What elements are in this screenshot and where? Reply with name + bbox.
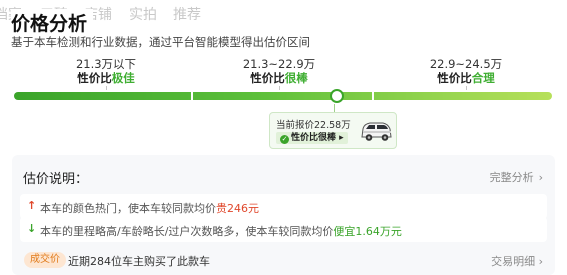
value-badge-text: 性价比很棒: [291, 133, 337, 143]
estimate-item-desc: 本车的里程略高/车龄略长/过户次数略多，使本车较同款均价: [40, 225, 334, 238]
check-icon: ✓: [280, 135, 289, 144]
tab-photos[interactable]: 实拍: [129, 4, 157, 24]
price-range-reasonable: 22.9~24.5万 性价比合理: [386, 57, 546, 90]
scale-divider: [372, 92, 374, 100]
current-quote-label: 当前报价22.58万: [276, 120, 351, 131]
estimate-item-text: 本车的颜色热门，使本车较同款均价贵246元: [40, 200, 259, 216]
current-price-marker: [330, 89, 344, 103]
range-price: 21.3万以下: [75, 57, 137, 71]
page-title: 价格分析: [11, 9, 94, 36]
deal-price-badge: 成交价: [24, 252, 66, 268]
level-prefix: 性价比: [250, 71, 285, 85]
badge-arrow-icon: ▸: [339, 133, 344, 143]
value-badge: ✓ 性价比很棒 ▸: [276, 132, 348, 144]
price-range-excellent: 21.3万以下 性价比极佳: [26, 57, 186, 90]
level-prefix: 性价比: [437, 71, 472, 85]
level-emphasis: 极佳: [111, 71, 135, 85]
estimate-item-highlight: 贵246元: [216, 202, 259, 215]
arrow-down-icon: ↓: [27, 222, 37, 235]
price-scale-bar: [14, 89, 552, 103]
level-prefix: 性价比: [77, 71, 112, 85]
transaction-details-label: 交易明细: [491, 255, 536, 268]
transaction-summary: 近期284位车主购买了此款车: [68, 255, 210, 268]
range-level: 性价比极佳: [26, 71, 186, 85]
estimate-item-text: 本车的里程略高/车龄略长/过户次数略多，使本车较同款均价便宜1.64万元: [40, 223, 402, 239]
transaction-row[interactable]: 成交价 近期284位车主购买了此款车 交易明细 ›: [12, 248, 555, 269]
level-emphasis: 很棒: [284, 71, 308, 85]
level-emphasis: 合理: [471, 71, 495, 85]
range-tick: [465, 86, 467, 90]
current-quote-card[interactable]: 当前报价22.58万 ✓ 性价比很棒 ▸: [269, 112, 397, 149]
estimate-item: ↓ 本车的里程略高/车龄略长/过户次数略多，使本车较同款均价便宜1.64万元: [20, 217, 547, 242]
transaction-details-link[interactable]: 交易明细 ›: [491, 253, 543, 269]
estimate-item-highlight: 便宜1.64万元: [333, 225, 402, 238]
full-analysis-link[interactable]: 完整分析 ›: [490, 169, 543, 185]
arrow-up-icon: ↑: [27, 199, 37, 212]
chevron-right-icon: ›: [538, 255, 543, 268]
range-tick: [105, 86, 107, 90]
estimate-title: 估价说明：: [23, 172, 89, 187]
range-price: 21.3~22.9万: [242, 57, 316, 71]
range-level: 性价比很棒: [199, 71, 359, 85]
estimate-item-desc: 本车的颜色热门，使本车较同款均价: [40, 202, 216, 215]
car-icon: [361, 122, 392, 141]
estimate-item: ↑ 本车的颜色热门，使本车较同款均价贵246元: [20, 194, 547, 219]
price-range-great: 21.3~22.9万 性价比很棒: [199, 57, 359, 90]
page-subtitle: 基于本车检测和行业数据，通过平台智能模型得出估价区间: [11, 35, 310, 49]
range-tick: [278, 86, 280, 90]
full-analysis-label: 完整分析: [489, 171, 534, 184]
marker-connector: [334, 104, 335, 112]
chevron-right-icon: ›: [538, 171, 543, 184]
tab-recommend[interactable]: 推荐: [173, 4, 201, 24]
range-level: 性价比合理: [386, 71, 546, 85]
scale-divider: [191, 92, 193, 100]
range-price: 22.9~24.5万: [429, 57, 503, 71]
